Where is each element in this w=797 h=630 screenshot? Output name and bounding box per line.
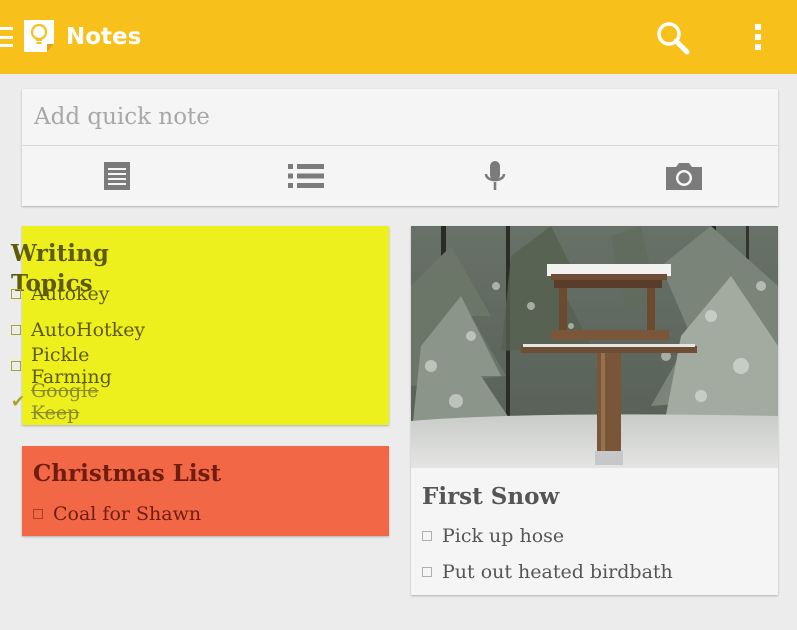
list-item[interactable]: Autokey [11, 276, 145, 312]
snowy-birdfeeder-photo [411, 226, 778, 468]
checkbox[interactable] [33, 509, 43, 519]
note-card-first-snow[interactable]: First Snow Pick up hose Put out heated b… [411, 226, 778, 595]
menu-icon[interactable] [0, 27, 13, 47]
list-item[interactable]: Pickle Farming [11, 344, 145, 388]
app-bar: Notes [0, 0, 797, 74]
text-note-icon [103, 162, 130, 190]
list-item-text: Pick up hose [442, 525, 565, 547]
note-title: First Snow [422, 483, 560, 510]
camera-icon [665, 163, 702, 190]
list-item[interactable]: AutoHotkey [11, 312, 145, 348]
list-item-checked[interactable]: ✔ Google Keep [11, 380, 145, 424]
list-item[interactable]: Coal for Shawn [33, 496, 201, 532]
checkbox[interactable] [422, 531, 432, 541]
list-item[interactable]: Pick up hose [422, 518, 673, 554]
list-item-text: AutoHotkey [31, 319, 146, 341]
list-item-text: Autokey [31, 283, 110, 305]
more-vert-icon[interactable] [750, 22, 766, 52]
list-item[interactable]: Put out heated birdbath [422, 554, 673, 590]
checklist: Autokey AutoHotkey Pickle Farming ✔ Goog… [11, 276, 145, 424]
note-card-christmas-list[interactable]: Christmas List Coal for Shawn [22, 446, 389, 536]
checkbox[interactable] [11, 361, 21, 371]
checkmark-icon[interactable]: ✔ [11, 392, 29, 412]
new-list-note-button[interactable] [211, 146, 400, 206]
list-item-text: Google Keep [31, 380, 99, 424]
keep-bulb-icon[interactable] [21, 18, 57, 54]
new-voice-note-button[interactable] [400, 146, 589, 206]
microphone-icon [484, 161, 505, 190]
checkbox[interactable] [11, 325, 21, 335]
checklist: Pick up hose Put out heated birdbath [422, 518, 673, 590]
checkbox[interactable] [422, 567, 432, 577]
checklist: Coal for Shawn [33, 496, 201, 532]
search-icon[interactable] [655, 20, 691, 56]
checkbox[interactable] [11, 289, 21, 299]
quick-note-card [22, 89, 778, 206]
list-item-text: Put out heated birdbath [442, 561, 673, 583]
new-photo-note-button[interactable] [589, 146, 778, 206]
quick-note-input[interactable] [22, 89, 778, 145]
list-icon [287, 164, 324, 188]
note-title: Christmas List [33, 460, 222, 487]
list-item-text: Coal for Shawn [53, 503, 202, 525]
app-title: Notes [66, 24, 142, 50]
new-text-note-button[interactable] [22, 146, 211, 206]
